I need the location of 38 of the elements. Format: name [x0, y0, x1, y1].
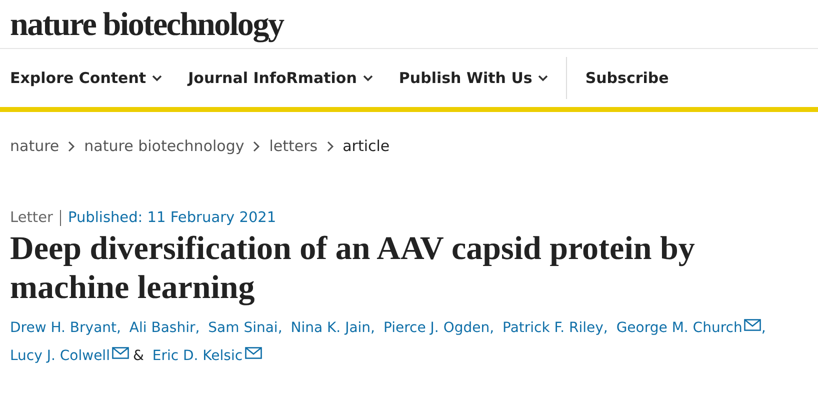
breadcrumb-link[interactable]: nature — [10, 137, 60, 155]
author-link[interactable]: Sam Sinai — [208, 320, 278, 336]
nav-link[interactable]: Journal InfoRmation — [188, 57, 373, 99]
nav-link[interactable]: Subscribe — [566, 57, 669, 99]
separator: , — [761, 320, 766, 336]
separator: , — [603, 320, 608, 336]
author-link[interactable]: Patrick F. Riley — [502, 320, 604, 336]
separator: , — [490, 320, 494, 336]
chevron-down-icon — [538, 74, 548, 82]
breadcrumb-link[interactable]: letters — [269, 137, 318, 155]
nav-link[interactable]: Explore Content — [10, 57, 162, 99]
author-link[interactable]: Pierce J. Ogden — [383, 320, 490, 336]
mail-icon[interactable] — [112, 347, 129, 359]
breadcrumb-link[interactable]: nature biotechnology — [84, 137, 244, 155]
breadcrumb-link[interactable]: article — [342, 137, 390, 155]
author-link[interactable]: Lucy J. Colwell — [10, 348, 110, 364]
nav-link[interactable]: Publish With Us — [398, 57, 548, 99]
chevron-down-icon — [152, 74, 162, 82]
chevron-right-icon — [68, 140, 76, 152]
separator: , — [116, 320, 121, 336]
chevron-right-icon — [326, 140, 334, 152]
separator: , — [195, 320, 200, 336]
chevron-down-icon — [362, 74, 373, 82]
article-type: Letter — [10, 210, 61, 226]
author-link[interactable]: Nina K. Jain — [290, 320, 371, 336]
separator: , — [278, 320, 282, 336]
author-link[interactable]: Drew H. Bryant — [10, 320, 117, 336]
article-title: Deep diversification of an AAV capsid protein by machine learning — [10, 230, 696, 308]
publish-date: Published: 11 February 2021 — [67, 210, 276, 226]
author-link[interactable]: George M. Church — [616, 320, 742, 336]
mail-icon[interactable] — [244, 347, 262, 359]
chevron-right-icon — [253, 140, 260, 152]
mail-icon[interactable] — [744, 319, 762, 331]
ampersand: & — [132, 348, 144, 364]
separator: , — [370, 320, 375, 336]
author-link[interactable]: Ali Bashir — [129, 320, 196, 336]
journal-logo[interactable]: nature biotechnology — [0, 0, 818, 48]
author-link[interactable]: Eric D. Kelsic — [152, 348, 243, 364]
